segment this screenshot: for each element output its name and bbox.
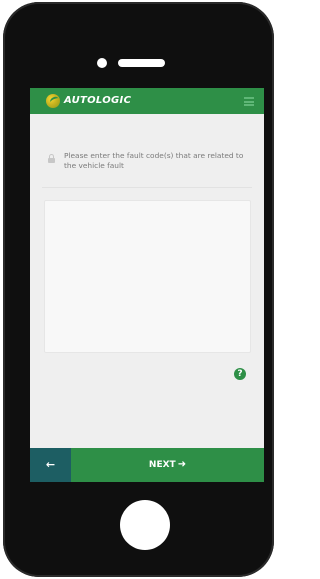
next-button-label: NEXT xyxy=(148,460,176,470)
bottom-navigation-bar: ← NEXT ➜ xyxy=(30,448,264,482)
phone-frame: AUTOLOGIC Please enter the fault code(s)… xyxy=(3,2,274,577)
lock-icon xyxy=(48,154,55,163)
next-arrow-icon: ➜ xyxy=(177,459,187,470)
next-button[interactable]: NEXT ➜ xyxy=(71,448,264,482)
autologic-logo-icon xyxy=(46,94,60,108)
back-button[interactable]: ← xyxy=(30,448,71,482)
fault-code-input[interactable] xyxy=(44,200,251,353)
earpiece-speaker xyxy=(118,59,165,67)
prompt-text: Please enter the fault code(s) that are … xyxy=(64,151,244,170)
app-screen: AUTOLOGIC Please enter the fault code(s)… xyxy=(30,88,264,482)
home-button[interactable] xyxy=(120,500,170,550)
help-icon[interactable]: ? xyxy=(234,368,246,380)
hamburger-menu-icon[interactable] xyxy=(244,97,254,106)
front-camera xyxy=(97,58,107,68)
back-arrow-icon: ← xyxy=(45,458,56,471)
divider xyxy=(42,187,252,188)
fault-code-prompt: Please enter the fault code(s) that are … xyxy=(44,151,258,181)
app-header: AUTOLOGIC xyxy=(30,88,264,114)
brand-name: AUTOLOGIC xyxy=(64,95,132,106)
